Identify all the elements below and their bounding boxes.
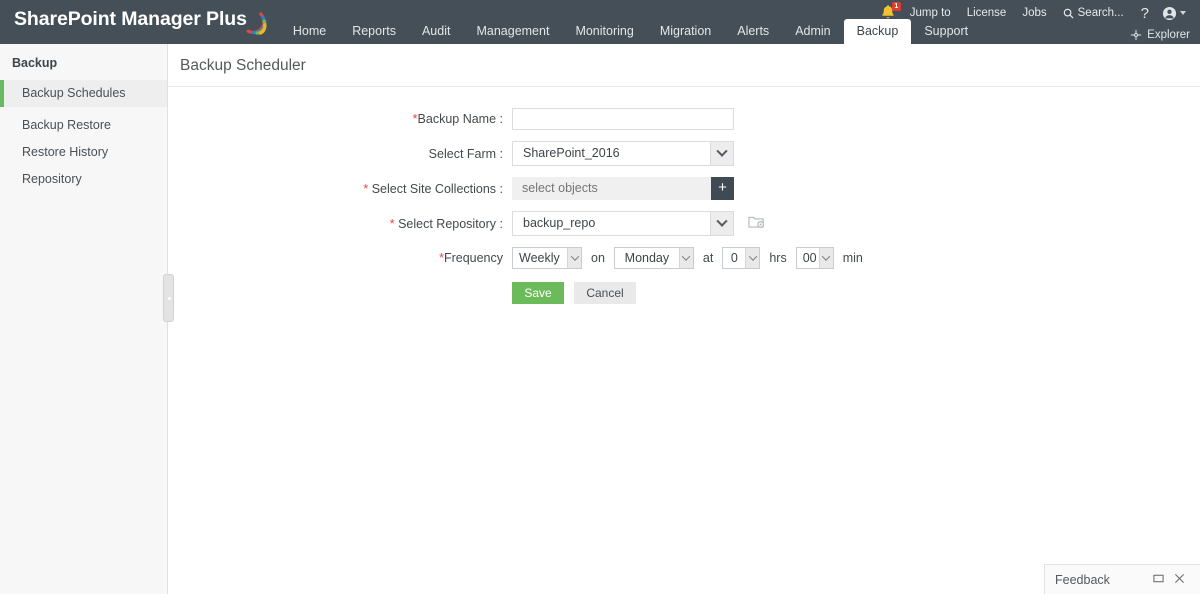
frequency-min-text: min: [842, 251, 863, 265]
nav-item-admin[interactable]: Admin: [782, 18, 843, 44]
label-text: Select Repository :: [398, 216, 503, 231]
manageengine-swirl-icon: [246, 12, 267, 35]
frequency-hrs-text: hrs: [769, 251, 787, 265]
select-site-collections-label: * Select Site Collections :: [168, 182, 512, 196]
form-row-select-site-collections: * Select Site Collections : +: [168, 177, 1200, 200]
sidebar-item-restore-history[interactable]: Restore History: [0, 139, 167, 166]
maximize-icon[interactable]: [1148, 572, 1169, 587]
feedback-label: Feedback: [1055, 572, 1110, 587]
select-site-collections-control: +: [512, 177, 734, 200]
chevron-down-icon: [716, 145, 728, 157]
select-site-collections-input[interactable]: [512, 177, 711, 200]
frequency-on-text: on: [591, 251, 605, 265]
frequency-label: *Frequency: [168, 251, 512, 265]
sidebar-item-label: Backup Schedules: [22, 86, 126, 100]
sidebar-item-backup-schedules[interactable]: Backup Schedules: [0, 80, 167, 107]
sidebar-title: Backup: [12, 56, 58, 70]
manage-repository-button[interactable]: [748, 214, 765, 233]
sidebar: Backup Backup Schedules Backup Restore R…: [0, 44, 174, 594]
nav-item-migration[interactable]: Migration: [647, 18, 724, 44]
select-repository-dropdown[interactable]: backup_repo: [512, 211, 734, 236]
search-label: Search...: [1077, 7, 1124, 19]
sidebar-item-label: Repository: [22, 172, 82, 186]
frequency-hours-dropdown[interactable]: 0: [722, 247, 761, 269]
main-navigation: Home Reports Audit Management Monitoring…: [280, 0, 981, 44]
user-menu[interactable]: [1158, 6, 1194, 21]
folder-settings-icon: [748, 216, 765, 228]
form-row-backup-name: *Backup Name :: [168, 108, 1200, 130]
nav-item-audit[interactable]: Audit: [409, 18, 464, 44]
sidebar-resize-handle[interactable]: [163, 274, 174, 322]
label-text: Frequency: [443, 251, 503, 265]
frequency-arrow[interactable]: [567, 248, 581, 268]
required-marker: *: [389, 216, 395, 231]
select-farm-arrow[interactable]: [710, 142, 733, 165]
select-farm-label: Select Farm :: [428, 146, 503, 161]
chevron-down-icon: [716, 215, 728, 227]
frequency-value: Weekly: [519, 251, 560, 265]
save-button[interactable]: Save: [512, 282, 564, 304]
app-body: Backup Backup Schedules Backup Restore R…: [0, 44, 1200, 594]
nav-item-reports[interactable]: Reports: [339, 18, 409, 44]
add-site-collection-button[interactable]: +: [711, 177, 734, 200]
help-icon[interactable]: ?: [1132, 5, 1158, 22]
frequency-day-arrow[interactable]: [678, 248, 693, 268]
main-content: Backup Scheduler *Backup Name : Select F…: [168, 44, 1200, 594]
cancel-button[interactable]: Cancel: [574, 282, 636, 304]
license-link[interactable]: License: [959, 7, 1015, 19]
app-header: SharePoint Manager Plus Home Reports Aud…: [0, 0, 1200, 44]
page-title: Backup Scheduler: [180, 57, 306, 74]
explorer-label: Explorer: [1147, 29, 1190, 41]
form-row-select-repository: * Select Repository : backup_repo: [168, 211, 1200, 236]
close-icon[interactable]: [1169, 572, 1190, 587]
select-farm-dropdown[interactable]: SharePoint_2016: [512, 141, 734, 166]
maximize-glyph: [1153, 574, 1164, 583]
label-text: Select Site Collections :: [371, 181, 503, 196]
close-glyph: [1174, 573, 1185, 584]
search-icon: [1063, 8, 1074, 19]
label-text: Backup Name :: [417, 112, 503, 126]
explorer-button[interactable]: Explorer: [1126, 26, 1194, 44]
select-farm-value: SharePoint_2016: [523, 146, 620, 160]
jump-to-link[interactable]: Jump to: [902, 7, 959, 19]
frequency-day-value: Monday: [624, 251, 670, 265]
header-utility-bar: 1 Jump to License Jobs Search... ?: [878, 0, 1200, 26]
backup-name-input[interactable]: [512, 108, 734, 130]
frequency-minutes-dropdown[interactable]: 00: [795, 247, 834, 269]
jobs-link[interactable]: Jobs: [1014, 7, 1054, 19]
sidebar-item-label: Restore History: [22, 145, 109, 159]
avatar: [1162, 6, 1177, 20]
frequency-dropdown[interactable]: Weekly: [512, 247, 582, 269]
form-row-select-farm: Select Farm : SharePoint_2016: [168, 141, 1200, 166]
form-actions: Save Cancel: [168, 282, 1200, 304]
frequency-minutes-value: 00: [802, 251, 817, 265]
frequency-minutes-arrow[interactable]: [818, 248, 833, 268]
notification-badge: 1: [891, 2, 901, 11]
backup-name-label: *Backup Name :: [168, 112, 512, 126]
required-marker: *: [363, 181, 369, 196]
sidebar-item-repository[interactable]: Repository: [0, 166, 167, 193]
nav-item-monitoring[interactable]: Monitoring: [562, 18, 646, 44]
brand-logo[interactable]: SharePoint Manager Plus: [0, 0, 280, 44]
backup-scheduler-form: *Backup Name : Select Farm : SharePoint_…: [168, 87, 1200, 304]
notifications-button[interactable]: 1: [878, 2, 901, 23]
select-repository-label: * Select Repository :: [168, 217, 512, 231]
frequency-at-text: at: [702, 251, 714, 265]
sitemap-icon: [1131, 29, 1142, 41]
brand-title: SharePoint Manager Plus: [14, 8, 247, 31]
nav-item-alerts[interactable]: Alerts: [724, 18, 782, 44]
sidebar-item-backup-restore[interactable]: Backup Restore: [0, 112, 167, 139]
nav-item-home[interactable]: Home: [280, 18, 339, 44]
frequency-day-dropdown[interactable]: Monday: [613, 247, 694, 269]
frequency-hours-arrow[interactable]: [745, 248, 760, 268]
search-button[interactable]: Search...: [1055, 7, 1132, 19]
form-row-frequency: *Frequency Weekly on Monday at 0 hrs 00 …: [168, 247, 1200, 269]
feedback-widget[interactable]: Feedback: [1044, 564, 1200, 594]
frequency-hours-value: 0: [730, 251, 738, 265]
nav-item-management[interactable]: Management: [463, 18, 562, 44]
select-repository-arrow[interactable]: [710, 212, 733, 235]
select-repository-value: backup_repo: [523, 216, 596, 230]
sidebar-item-label: Backup Restore: [22, 118, 111, 132]
chevron-down-icon: [1180, 11, 1186, 15]
